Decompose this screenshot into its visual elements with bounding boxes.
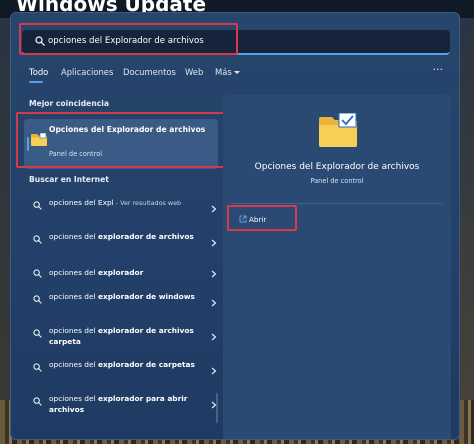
best-match-title: Opciones del Explorador de archivos <box>49 125 206 134</box>
web-result-text: opciones del explorador de archivos carp… <box>49 326 199 347</box>
web-result-prefix: opciones del <box>49 268 98 277</box>
web-result-item[interactable]: opciones del explorador de windows <box>25 290 221 318</box>
best-match-subtitle: Panel de control <box>49 150 103 158</box>
search-box[interactable] <box>22 30 450 55</box>
filter-tabs: Todo Aplicaciones Documentos Web Más ··· <box>27 63 447 83</box>
search-icon <box>33 269 42 278</box>
web-result-completion: explorador de windows <box>97 292 195 301</box>
web-result-item[interactable]: opciones del explorador de archivos <box>25 230 221 258</box>
best-match-result[interactable]: Opciones del Explorador de archivos Pane… <box>24 119 218 169</box>
preview-separator <box>231 203 443 204</box>
selection-accent <box>27 137 29 151</box>
search-icon <box>33 329 42 338</box>
best-match-heading: Mejor coincidencia <box>29 99 109 108</box>
chevron-down-icon <box>233 71 240 74</box>
folder-icon <box>31 133 47 146</box>
background-right <box>460 18 474 444</box>
search-icon <box>33 363 42 372</box>
tab-active-indicator <box>29 81 43 83</box>
tab-aplicaciones[interactable]: Aplicaciones <box>61 67 113 77</box>
chevron-right-icon <box>211 270 217 278</box>
chevron-right-icon <box>211 367 217 375</box>
tab-documentos[interactable]: Documentos <box>123 67 176 77</box>
search-input[interactable] <box>48 31 438 51</box>
open-external-icon <box>239 215 247 223</box>
web-result-query: opciones del Expl <box>49 198 114 207</box>
chevron-right-icon <box>211 299 217 307</box>
search-icon <box>33 397 42 406</box>
background-left <box>0 18 10 444</box>
chevron-right-icon <box>211 239 217 247</box>
web-result-completion: explorador de carpetas <box>97 360 195 369</box>
web-result-suffix: - Ver resultados web <box>113 199 182 207</box>
web-result-text: opciones del Expl - Ver resultados web <box>49 198 199 209</box>
web-result-text: opciones del explorador de archivos <box>49 232 199 243</box>
open-button[interactable]: Abrir <box>229 209 293 229</box>
web-result-text: opciones del explorador de windows <box>49 292 199 303</box>
web-result-prefix: opciones del <box>49 232 98 241</box>
web-result-item[interactable]: opciones del explorador <box>25 264 221 284</box>
search-icon <box>33 201 42 210</box>
preview-title: Opciones del Explorador de archivos <box>254 162 420 172</box>
web-search-heading: Buscar en Internet <box>29 175 109 184</box>
search-icon <box>33 295 42 304</box>
web-result-prefix: opciones del <box>49 326 98 335</box>
web-result-item[interactable]: opciones del Expl - Ver resultados web <box>25 196 221 224</box>
web-result-text: opciones del explorador para abrir archi… <box>49 394 199 415</box>
web-result-item[interactable]: opciones del explorador de archivos carp… <box>25 324 221 352</box>
web-result-item[interactable]: opciones del explorador para abrir archi… <box>25 392 221 420</box>
search-icon <box>35 36 45 46</box>
web-result-completion: explorador <box>97 268 144 277</box>
scrollbar[interactable] <box>216 393 218 423</box>
chevron-right-icon <box>211 205 217 213</box>
folder-check-icon <box>319 113 357 147</box>
web-result-item[interactable]: opciones del explorador de carpetas <box>25 358 221 386</box>
tab-todo[interactable]: Todo <box>29 67 48 77</box>
preview-subtitle: Panel de control <box>310 177 364 185</box>
web-result-completion: explorador de archivos <box>97 232 194 241</box>
more-options-icon[interactable]: ··· <box>433 63 444 76</box>
web-result-prefix: opciones del <box>49 394 98 403</box>
search-icon <box>33 235 42 244</box>
tab-mas[interactable]: Más <box>215 67 240 77</box>
web-result-text: opciones del explorador <box>49 268 199 279</box>
web-result-prefix: opciones del <box>49 360 98 369</box>
web-result-prefix: opciones del <box>49 292 98 301</box>
tab-mas-label: Más <box>215 67 232 77</box>
web-result-text: opciones del explorador de carpetas <box>49 360 199 371</box>
chevron-right-icon <box>211 333 217 341</box>
open-button-label: Abrir <box>249 214 267 224</box>
tab-web[interactable]: Web <box>185 67 203 77</box>
start-search-panel: Todo Aplicaciones Documentos Web Más ···… <box>10 12 460 440</box>
